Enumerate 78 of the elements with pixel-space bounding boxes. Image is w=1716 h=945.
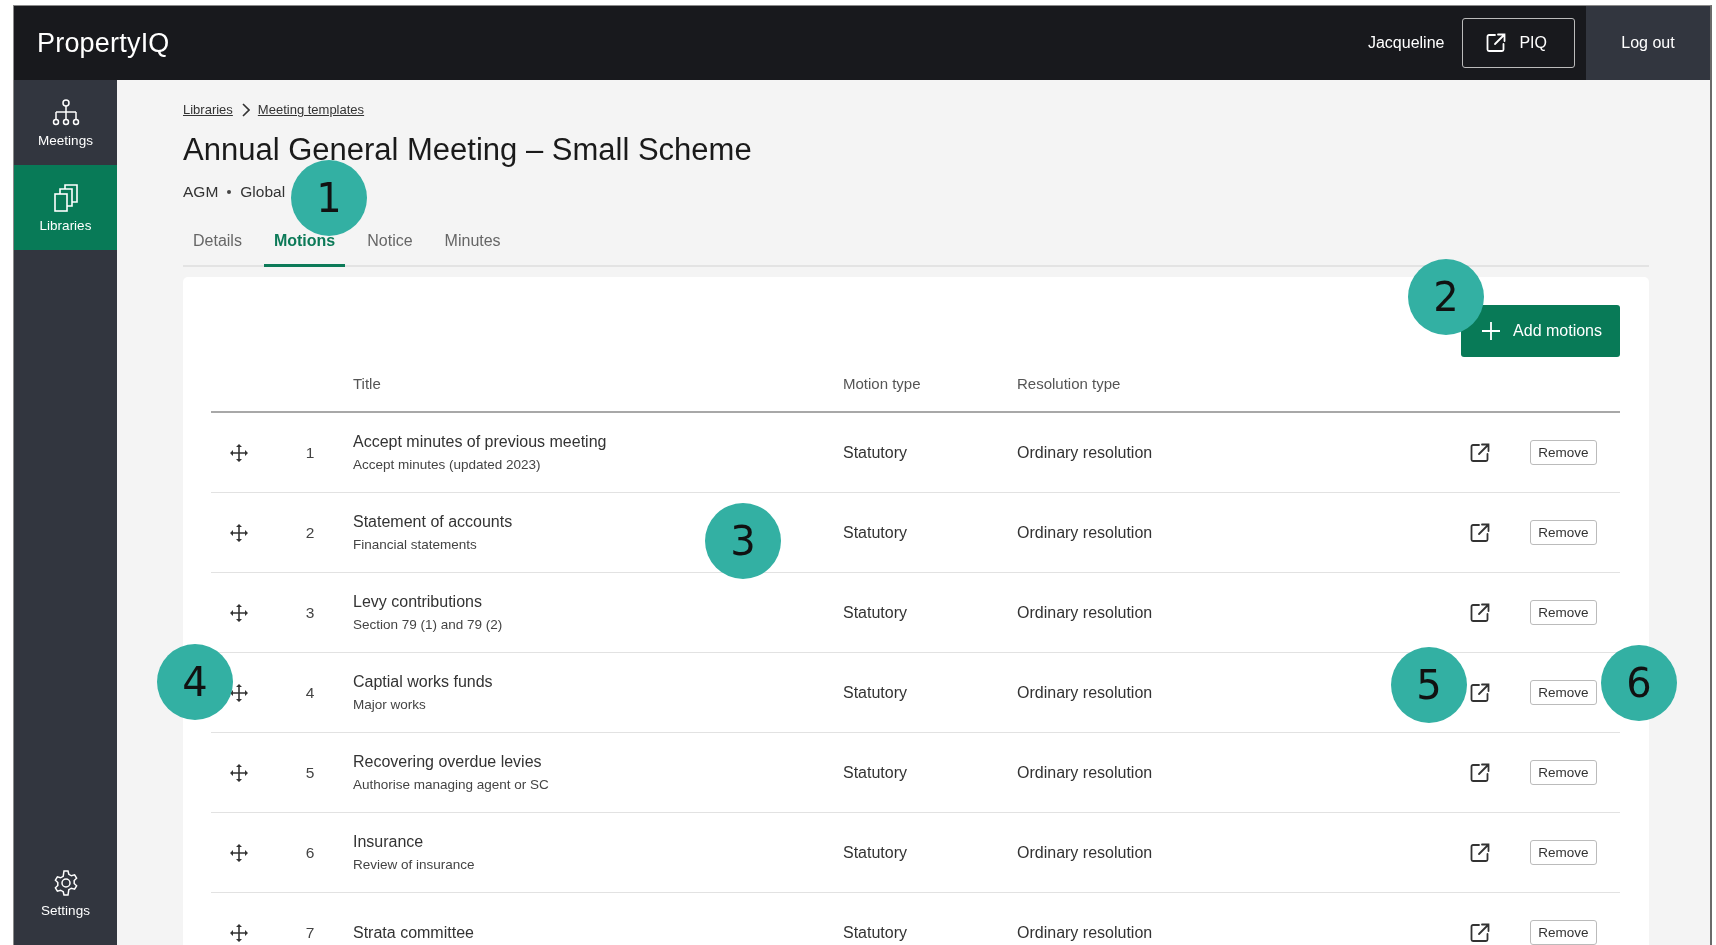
chevron-right-icon xyxy=(240,102,250,117)
plus-icon xyxy=(1481,321,1502,341)
row-number: 3 xyxy=(305,603,315,622)
external-link-icon xyxy=(1485,32,1508,54)
drag-handle-icon[interactable] xyxy=(230,843,248,862)
motion-title: Levy contributions xyxy=(353,593,483,611)
drag-handle-icon[interactable] xyxy=(230,523,248,542)
column-header: Title xyxy=(353,374,382,392)
meta-text: Global xyxy=(240,183,286,201)
row-number: 7 xyxy=(305,923,315,942)
tab[interactable]: Details xyxy=(183,232,252,267)
separator-dot-icon xyxy=(227,190,232,194)
drag-handle-icon[interactable] xyxy=(230,923,248,942)
drag-handle-icon[interactable] xyxy=(230,763,248,782)
external-link-icon[interactable] xyxy=(1469,601,1491,624)
sidebar-item[interactable]: Libraries xyxy=(14,165,117,250)
table-cell: Ordinary resolution xyxy=(1017,683,1153,702)
remove-button[interactable]: Remove xyxy=(1530,680,1597,705)
copies-icon xyxy=(51,182,80,213)
piq-button[interactable]: PIQ xyxy=(1462,18,1575,68)
row-number: 4 xyxy=(305,683,315,702)
motion-subtitle: Review of insurance xyxy=(353,857,476,872)
motion-title: Strata committee xyxy=(353,923,475,942)
table-cell: Ordinary resolution xyxy=(1017,603,1153,622)
table-cell: Ordinary resolution xyxy=(1017,843,1153,862)
table-cell: Statutory xyxy=(843,843,908,862)
motion-subtitle: Authorise managing agent or SC xyxy=(353,777,550,792)
table-cell: Statutory xyxy=(843,683,908,702)
row-number: 5 xyxy=(305,763,315,782)
logout-button[interactable]: Log out xyxy=(1586,6,1710,80)
sidebar-item[interactable]: Meetings xyxy=(14,80,117,165)
motion-subtitle: Section 79 (1) and 79 (2) xyxy=(353,617,504,632)
table-cell: Ordinary resolution xyxy=(1017,523,1153,542)
external-link-icon[interactable] xyxy=(1469,761,1491,784)
table-cell: Ordinary resolution xyxy=(1017,443,1153,462)
external-link-icon[interactable] xyxy=(1469,681,1491,704)
drag-handle-icon[interactable] xyxy=(230,603,248,622)
app-logo[interactable]: PropertyIQ xyxy=(37,27,1368,59)
row-number: 2 xyxy=(305,523,315,542)
remove-button[interactable]: Remove xyxy=(1530,760,1597,785)
motion-title: Accept minutes of previous meeting xyxy=(353,433,608,451)
motion-title: Recovering overdue levies xyxy=(353,753,543,771)
table-cell: Statutory xyxy=(843,443,908,462)
external-link-icon[interactable] xyxy=(1469,441,1491,464)
remove-button[interactable]: Remove xyxy=(1530,600,1597,625)
column-header: Resolution type xyxy=(1017,374,1122,392)
external-link-icon[interactable] xyxy=(1469,521,1491,544)
sidebar-item[interactable]: Settings xyxy=(14,858,117,945)
motion-subtitle: Financial statements xyxy=(353,537,478,552)
user-name: Jacqueline xyxy=(1367,34,1445,52)
remove-button[interactable]: Remove xyxy=(1530,440,1597,465)
table-cell: Statutory xyxy=(843,523,908,542)
external-link-icon[interactable] xyxy=(1469,921,1491,944)
breadcrumb-link[interactable]: Libraries xyxy=(183,102,233,117)
remove-button[interactable]: Remove xyxy=(1530,920,1597,945)
row-number: 1 xyxy=(305,443,315,462)
tab[interactable]: Minutes xyxy=(434,232,511,267)
motion-title: Statement of accounts xyxy=(353,513,514,531)
add-motions-button[interactable]: Add motions xyxy=(1461,305,1620,357)
table-cell: Ordinary resolution xyxy=(1017,763,1153,782)
motion-subtitle: Accept minutes (updated 2023) xyxy=(353,457,542,472)
remove-button[interactable]: Remove xyxy=(1530,520,1597,545)
motion-title: Captial works funds xyxy=(353,673,494,691)
external-link-icon[interactable] xyxy=(1469,841,1491,864)
hierarchy-icon xyxy=(50,97,81,128)
remove-button[interactable]: Remove xyxy=(1530,840,1597,865)
meta-text: AGM xyxy=(183,183,219,201)
table-cell: Statutory xyxy=(843,923,908,942)
table-cell: Statutory xyxy=(843,603,908,622)
drag-handle-icon[interactable] xyxy=(230,443,248,462)
motion-title: Insurance xyxy=(353,833,425,851)
breadcrumb-link[interactable]: Meeting templates xyxy=(257,102,365,117)
drag-handle-icon[interactable] xyxy=(230,683,248,702)
table-cell: Ordinary resolution xyxy=(1017,923,1153,942)
motion-subtitle: Major works xyxy=(353,697,427,712)
table-cell: Statutory xyxy=(843,763,908,782)
column-header: Motion type xyxy=(843,374,922,392)
row-number: 6 xyxy=(305,843,315,862)
